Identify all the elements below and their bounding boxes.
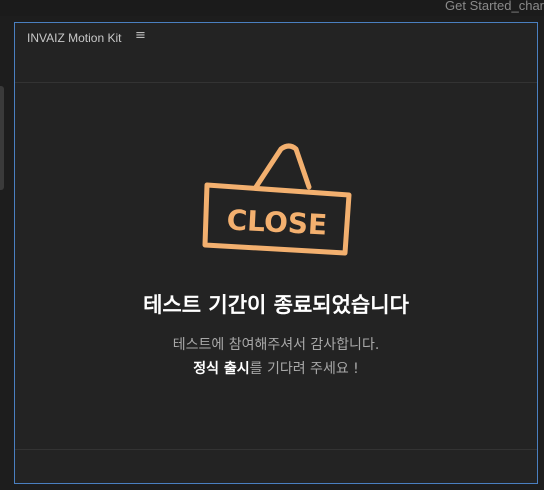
panel-footer (15, 449, 537, 483)
window-title: Get Started_char (445, 0, 544, 13)
left-panel-edge (0, 86, 4, 190)
notice-line-1: 테스트에 참여해주셔서 감사합니다. (172, 337, 380, 353)
notice-line-2-rest: 를 기다려 주세요 ! (249, 361, 359, 377)
notice-line-2: 정식 출시를 기다려 주세요 ! (15, 358, 537, 378)
panel-title: INVAIZ Motion Kit (27, 31, 122, 45)
sign-text: CLOSE (226, 203, 328, 241)
hamburger-menu-icon[interactable]: ≡ (135, 28, 146, 43)
top-bar: Get Started_char (0, 0, 544, 16)
panel-header: INVAIZ Motion Kit ≡ (15, 23, 537, 83)
notice-heading: 테스트 기간이 종료되었습니다 (143, 293, 409, 317)
extension-panel: INVAIZ Motion Kit ≡ CLOSE 테스트 기간이 종료되었습니… (14, 22, 538, 484)
close-sign-icon: CLOSE (202, 143, 352, 256)
notice-line-2-bold: 정식 출시 (193, 361, 250, 377)
